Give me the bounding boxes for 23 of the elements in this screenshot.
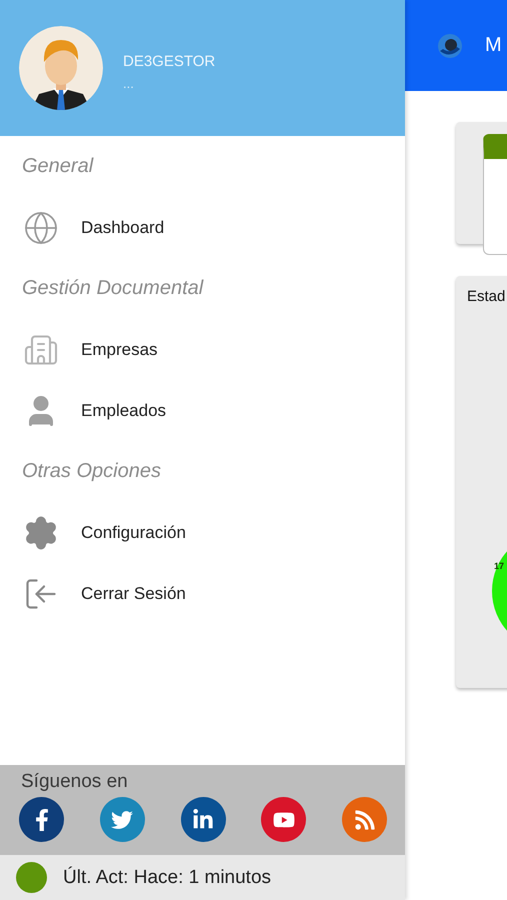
globe-icon <box>23 210 59 246</box>
rss-icon[interactable] <box>342 797 387 842</box>
menu-item[interactable]: Empleados <box>0 380 405 441</box>
linkedin-icon[interactable] <box>180 797 226 842</box>
menu-item[interactable]: Cerrar Sesión <box>0 563 405 624</box>
menu-item[interactable]: Dashboard <box>0 197 405 258</box>
menu-item[interactable]: Empresas <box>0 319 405 380</box>
status-dot <box>16 862 47 893</box>
section-title: Otras Opciones <box>21 459 162 484</box>
facebook-icon[interactable] <box>19 797 64 842</box>
menu-item[interactable]: Configuración <box>0 502 405 563</box>
settings-icon <box>23 514 59 550</box>
chart-title: Estad <box>467 288 506 305</box>
user-name: DE3GESTOR <box>123 53 216 70</box>
app-title: M <box>485 34 502 57</box>
logo-icon <box>437 32 463 58</box>
status-text: Últ. Act: Hace: 1 minutos <box>63 866 272 888</box>
social-title: Síguenos en <box>20 771 129 793</box>
youtube-icon[interactable] <box>261 797 306 842</box>
twitter-icon[interactable] <box>100 797 145 842</box>
section-title: General <box>21 154 95 179</box>
user-subtitle: ... <box>123 76 135 91</box>
section-title: Gestión Documental <box>21 276 205 301</box>
